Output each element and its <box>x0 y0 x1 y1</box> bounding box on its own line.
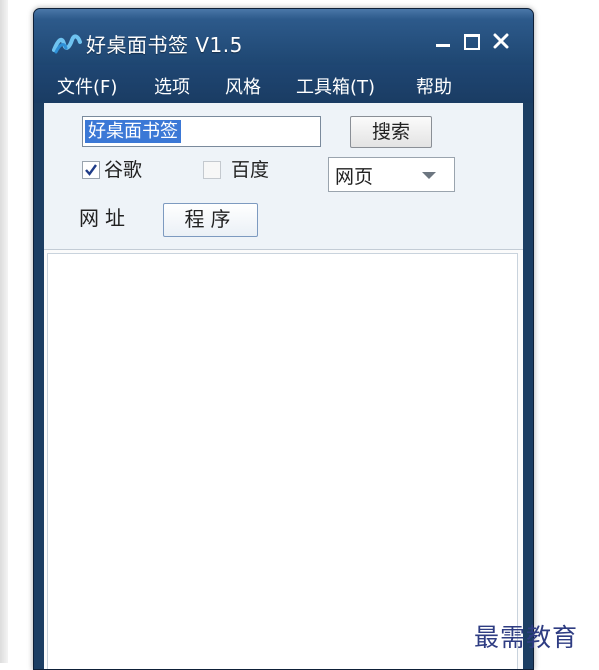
close-icon <box>493 33 509 49</box>
close-button[interactable] <box>492 31 512 51</box>
tab-programs[interactable]: 程序 <box>163 203 258 237</box>
menu-bar: 文件(F) 选项 风格 工具箱(T) 帮助 <box>34 65 533 103</box>
maximize-button[interactable] <box>462 31 482 51</box>
background-strip <box>0 0 8 663</box>
menu-style[interactable]: 风格 <box>225 73 261 99</box>
search-type-select[interactable]: 网页 <box>328 157 455 192</box>
checkmark-icon <box>85 164 97 176</box>
title-bar[interactable]: 好桌面书签 V1.5 <box>34 9 533 65</box>
google-label: 谷歌 <box>104 159 143 181</box>
google-checkbox[interactable] <box>82 161 100 179</box>
search-input-value: 好桌面书签 <box>85 120 181 143</box>
program-list[interactable] <box>47 253 518 669</box>
main-panel: 好桌面书签 搜索 谷歌 百度 网页 网址 程序 <box>44 103 523 669</box>
content-area <box>44 249 523 669</box>
minimize-icon <box>436 44 450 47</box>
minimize-button[interactable] <box>433 31 453 51</box>
app-window: 好桌面书签 V1.5 文件(F) 选项 风格 工具箱(T) 帮助 好桌面书签 搜… <box>33 8 534 670</box>
window-title: 好桌面书签 V1.5 <box>86 33 243 57</box>
menu-toolbox[interactable]: 工具箱(T) <box>296 73 375 99</box>
menu-file[interactable]: 文件(F) <box>57 73 117 99</box>
baidu-checkbox[interactable] <box>203 161 221 179</box>
search-type-value: 网页 <box>335 166 374 188</box>
baidu-label: 百度 <box>231 159 270 181</box>
app-logo-icon <box>52 34 82 54</box>
watermark: 最需教育 <box>474 623 579 652</box>
menu-options[interactable]: 选项 <box>154 73 190 99</box>
tab-url[interactable]: 网址 <box>70 203 140 237</box>
search-input[interactable]: 好桌面书签 <box>82 116 321 147</box>
chevron-down-icon <box>422 172 436 179</box>
search-button[interactable]: 搜索 <box>350 116 432 148</box>
maximize-icon <box>464 34 480 50</box>
menu-help[interactable]: 帮助 <box>416 73 452 99</box>
